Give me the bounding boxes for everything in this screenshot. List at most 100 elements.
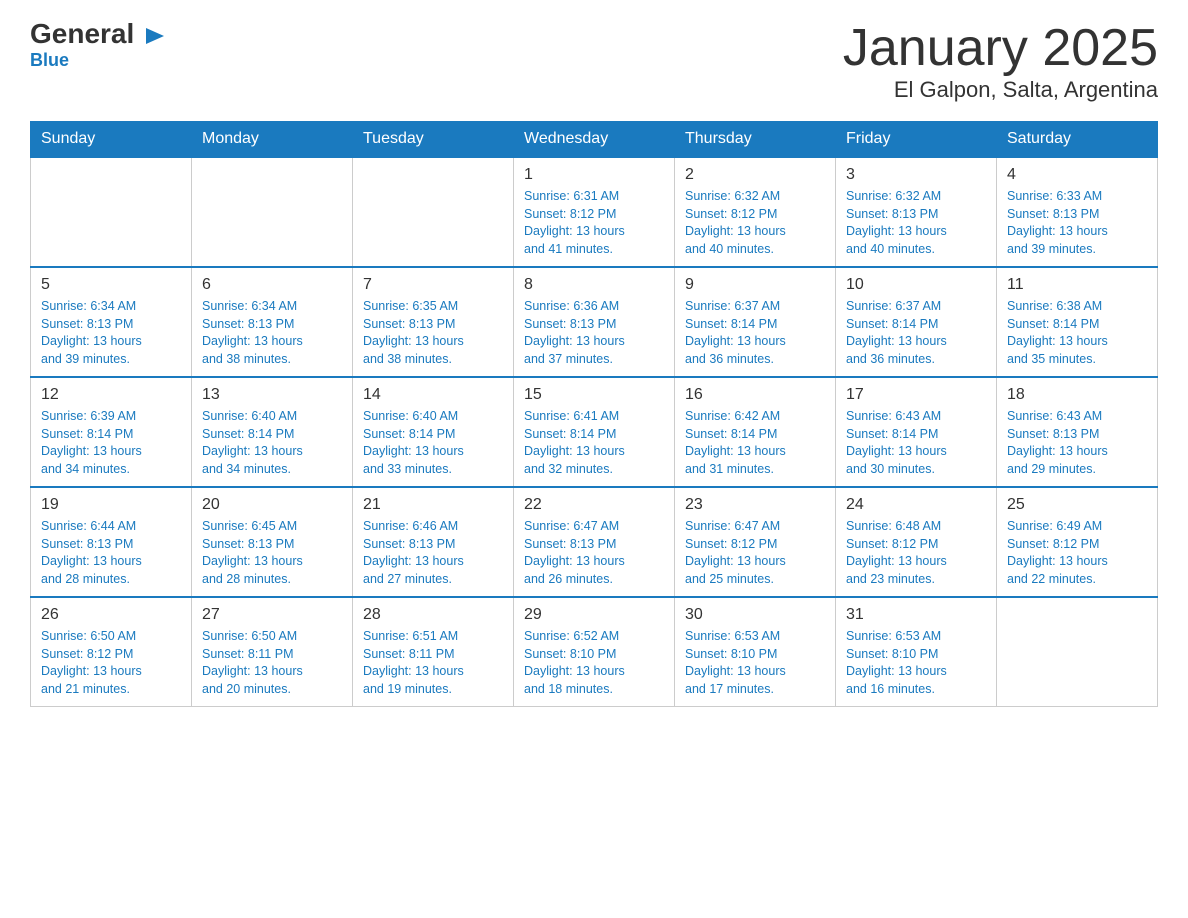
calendar-cell-w2d0: 12 Sunrise: 6:39 AM Sunset: 8:14 PM Dayli… [31,377,192,487]
logo-general: General [30,20,166,48]
day-number: 31 [846,606,986,624]
calendar-cell-w2d1: 13Sunrise: 6:40 AM Sunset: 8:14 PM Dayli… [192,377,353,487]
day-number: 21 [363,496,503,514]
weekday-sunday: Sunday [31,122,192,158]
calendar-cell-w4d1: 27 Sunrise: 6:50 AM Sunset: 8:11 PM Dayli… [192,597,353,707]
day-info: Sunrise: 6:42 AM Sunset: 8:14 PM Dayligh… [685,408,825,478]
calendar-week-0: 1 Sunrise: 6:31 AM Sunset: 8:12 PM Daylig… [31,157,1158,267]
day-number: 14 [363,386,503,404]
day-info: Sunrise: 6:37 AM Sunset: 8:14 PM Dayligh… [846,298,986,368]
weekday-thursday: Thursday [675,122,836,158]
day-number: 3 [846,166,986,184]
day-info: Sunrise: 6:38 AM Sunset: 8:14 PM Dayligh… [1007,298,1147,368]
calendar-cell-w4d5: 31 Sunrise: 6:53 AM Sunset: 8:10 PM Dayli… [836,597,997,707]
calendar-cell-w3d5: 24 Sunrise: 6:48 AM Sunset: 8:12 PM Dayli… [836,487,997,597]
day-number: 9 [685,276,825,294]
day-number: 5 [41,276,181,294]
weekday-monday: Monday [192,122,353,158]
day-info: Sunrise: 6:40 AM Sunset: 8:14 PM Dayligh… [363,408,503,478]
day-info: Sunrise: 6:34 AM Sunset: 8:13 PM Dayligh… [41,298,181,368]
day-info: Sunrise: 6:43 AM Sunset: 8:14 PM Dayligh… [846,408,986,478]
calendar-cell-w4d2: 28Sunrise: 6:51 AM Sunset: 8:11 PM Dayli… [353,597,514,707]
calendar-cell-w0d1 [192,157,353,267]
day-info: Sunrise: 6:36 AM Sunset: 8:13 PM Dayligh… [524,298,664,368]
day-info: Sunrise: 6:47 AM Sunset: 8:12 PM Dayligh… [685,518,825,588]
day-info: Sunrise: 6:53 AM Sunset: 8:10 PM Dayligh… [846,628,986,698]
calendar-week-3: 19 Sunrise: 6:44 AM Sunset: 8:13 PM Dayli… [31,487,1158,597]
calendar-cell-w2d2: 14 Sunrise: 6:40 AM Sunset: 8:14 PM Dayli… [353,377,514,487]
calendar-cell-w1d6: 11 Sunrise: 6:38 AM Sunset: 8:14 PM Dayli… [997,267,1158,377]
calendar-cell-w2d6: 18 Sunrise: 6:43 AM Sunset: 8:13 PM Dayli… [997,377,1158,487]
calendar-cell-w3d2: 21 Sunrise: 6:46 AM Sunset: 8:13 PM Dayli… [353,487,514,597]
day-number: 18 [1007,386,1147,404]
page-header: General Blue January 2025 El Galpon, Sal… [30,20,1158,103]
day-number: 13 [202,386,342,404]
day-number: 11 [1007,276,1147,294]
logo-blue: Blue [30,50,69,71]
day-info: Sunrise: 6:32 AM Sunset: 8:12 PM Dayligh… [685,188,825,258]
day-number: 25 [1007,496,1147,514]
day-number: 28 [363,606,503,624]
calendar-cell-w4d3: 29Sunrise: 6:52 AM Sunset: 8:10 PM Dayli… [514,597,675,707]
day-number: 7 [363,276,503,294]
day-number: 10 [846,276,986,294]
day-info: Sunrise: 6:33 AM Sunset: 8:13 PM Dayligh… [1007,188,1147,258]
calendar-cell-w3d4: 23 Sunrise: 6:47 AM Sunset: 8:12 PM Dayli… [675,487,836,597]
day-number: 2 [685,166,825,184]
day-info: Sunrise: 6:47 AM Sunset: 8:13 PM Dayligh… [524,518,664,588]
day-number: 17 [846,386,986,404]
calendar-cell-w1d0: 5 Sunrise: 6:34 AM Sunset: 8:13 PM Daylig… [31,267,192,377]
day-info: Sunrise: 6:34 AM Sunset: 8:13 PM Dayligh… [202,298,342,368]
day-number: 15 [524,386,664,404]
calendar-cell-w4d0: 26Sunrise: 6:50 AM Sunset: 8:12 PM Dayli… [31,597,192,707]
weekday-header-row: SundayMondayTuesdayWednesdayThursdayFrid… [31,122,1158,158]
day-number: 29 [524,606,664,624]
day-number: 27 [202,606,342,624]
calendar-cell-w3d0: 19 Sunrise: 6:44 AM Sunset: 8:13 PM Dayli… [31,487,192,597]
calendar-cell-w2d4: 16 Sunrise: 6:42 AM Sunset: 8:14 PM Dayli… [675,377,836,487]
day-info: Sunrise: 6:32 AM Sunset: 8:13 PM Dayligh… [846,188,986,258]
weekday-wednesday: Wednesday [514,122,675,158]
calendar-cell-w0d2 [353,157,514,267]
calendar-cell-w1d5: 10 Sunrise: 6:37 AM Sunset: 8:14 PM Dayli… [836,267,997,377]
day-number: 8 [524,276,664,294]
calendar-cell-w0d0 [31,157,192,267]
day-info: Sunrise: 6:35 AM Sunset: 8:13 PM Dayligh… [363,298,503,368]
weekday-saturday: Saturday [997,122,1158,158]
day-info: Sunrise: 6:45 AM Sunset: 8:13 PM Dayligh… [202,518,342,588]
day-info: Sunrise: 6:46 AM Sunset: 8:13 PM Dayligh… [363,518,503,588]
day-number: 12 [41,386,181,404]
calendar-cell-w2d5: 17 Sunrise: 6:43 AM Sunset: 8:14 PM Dayli… [836,377,997,487]
day-info: Sunrise: 6:41 AM Sunset: 8:14 PM Dayligh… [524,408,664,478]
calendar-cell-w3d6: 25 Sunrise: 6:49 AM Sunset: 8:12 PM Dayli… [997,487,1158,597]
calendar-week-2: 12 Sunrise: 6:39 AM Sunset: 8:14 PM Dayli… [31,377,1158,487]
calendar-cell-w1d1: 6 Sunrise: 6:34 AM Sunset: 8:13 PM Daylig… [192,267,353,377]
day-number: 6 [202,276,342,294]
day-info: Sunrise: 6:31 AM Sunset: 8:12 PM Dayligh… [524,188,664,258]
calendar-cell-w1d2: 7 Sunrise: 6:35 AM Sunset: 8:13 PM Daylig… [353,267,514,377]
day-number: 16 [685,386,825,404]
day-number: 26 [41,606,181,624]
day-number: 19 [41,496,181,514]
calendar-cell-w2d3: 15 Sunrise: 6:41 AM Sunset: 8:14 PM Dayli… [514,377,675,487]
day-info: Sunrise: 6:44 AM Sunset: 8:13 PM Dayligh… [41,518,181,588]
day-info: Sunrise: 6:39 AM Sunset: 8:14 PM Dayligh… [41,408,181,478]
day-number: 20 [202,496,342,514]
day-info: Sunrise: 6:48 AM Sunset: 8:12 PM Dayligh… [846,518,986,588]
calendar-cell-w0d3: 1 Sunrise: 6:31 AM Sunset: 8:12 PM Daylig… [514,157,675,267]
calendar-cell-w1d4: 9 Sunrise: 6:37 AM Sunset: 8:14 PM Daylig… [675,267,836,377]
day-number: 23 [685,496,825,514]
weekday-tuesday: Tuesday [353,122,514,158]
day-info: Sunrise: 6:50 AM Sunset: 8:11 PM Dayligh… [202,628,342,698]
calendar-table: SundayMondayTuesdayWednesdayThursdayFrid… [30,121,1158,707]
logo: General Blue [30,20,166,71]
day-number: 1 [524,166,664,184]
day-number: 22 [524,496,664,514]
calendar-cell-w0d5: 3 Sunrise: 6:32 AM Sunset: 8:13 PM Daylig… [836,157,997,267]
day-number: 24 [846,496,986,514]
calendar-cell-w3d1: 20 Sunrise: 6:45 AM Sunset: 8:13 PM Dayli… [192,487,353,597]
day-info: Sunrise: 6:49 AM Sunset: 8:12 PM Dayligh… [1007,518,1147,588]
calendar-week-4: 26Sunrise: 6:50 AM Sunset: 8:12 PM Dayli… [31,597,1158,707]
day-info: Sunrise: 6:43 AM Sunset: 8:13 PM Dayligh… [1007,408,1147,478]
day-info: Sunrise: 6:37 AM Sunset: 8:14 PM Dayligh… [685,298,825,368]
